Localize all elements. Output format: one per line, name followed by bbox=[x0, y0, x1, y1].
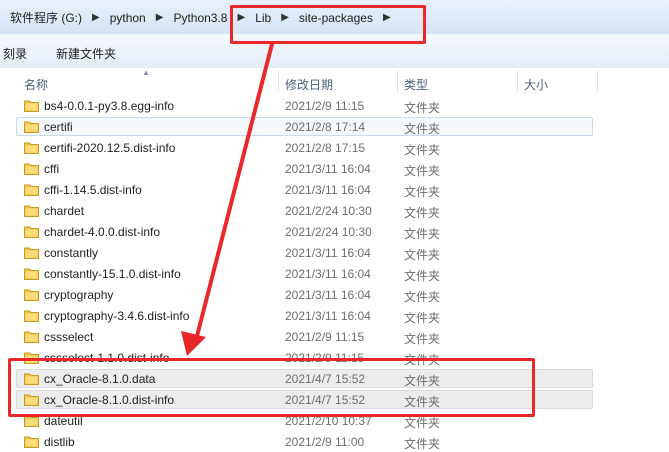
file-name: cryptography bbox=[44, 288, 114, 302]
annotation-box-path bbox=[230, 5, 426, 44]
file-name: distlib bbox=[44, 435, 75, 449]
file-name: bs4-0.0.1-py3.8.egg-info bbox=[44, 99, 175, 113]
folder-icon bbox=[24, 247, 39, 259]
burn-button[interactable]: 刻录 bbox=[3, 45, 27, 62]
list-item[interactable]: cryptography-3.4.6.dist-info 2021/3/11 16… bbox=[0, 305, 669, 326]
folder-icon bbox=[24, 226, 39, 238]
file-type: 文件夹 bbox=[404, 269, 441, 283]
list-item[interactable]: cffi 2021/3/11 16:04 文件夹 bbox=[0, 158, 669, 179]
list-item[interactable]: chardet-4.0.0.dist-info 2021/2/24 10:30 文件… bbox=[0, 221, 669, 242]
file-type: 文件夹 bbox=[404, 290, 441, 304]
column-name[interactable]: 名称 bbox=[24, 76, 48, 93]
file-type: 文件夹 bbox=[404, 122, 441, 136]
file-modified: 2021/3/11 16:04 bbox=[285, 246, 371, 260]
file-modified: 2021/2/9 11:15 bbox=[285, 330, 365, 344]
separator-arrow-icon[interactable]: ▶ bbox=[86, 12, 106, 23]
folder-icon bbox=[24, 268, 39, 280]
file-modified: 2021/2/9 11:15 bbox=[285, 99, 365, 113]
file-modified: 2021/2/8 17:15 bbox=[285, 141, 366, 155]
folder-icon bbox=[24, 310, 39, 322]
folder-icon bbox=[24, 289, 39, 301]
file-name: chardet bbox=[44, 204, 85, 218]
column-modified[interactable]: 修改日期 bbox=[285, 76, 333, 93]
column-divider[interactable] bbox=[397, 70, 398, 92]
file-name: constantly bbox=[44, 246, 99, 260]
list-item[interactable]: certifi-2020.12.5.dist-info 2021/2/8 17:1… bbox=[0, 137, 669, 158]
list-item[interactable]: distlib 2021/2/9 11:00 文件夹 bbox=[0, 431, 669, 452]
list-item[interactable]: cssselect 2021/2/9 11:15 文件夹 bbox=[0, 326, 669, 347]
file-modified: 2021/3/11 16:04 bbox=[285, 183, 371, 197]
file-type: 文件夹 bbox=[404, 206, 441, 220]
folder-icon bbox=[24, 100, 39, 112]
file-type: 文件夹 bbox=[404, 143, 441, 157]
list-item[interactable]: cffi-1.14.5.dist-info 2021/3/11 16:04 文件夹 bbox=[0, 179, 669, 200]
file-type: 文件夹 bbox=[404, 185, 441, 199]
file-modified: 2021/2/9 11:00 bbox=[285, 435, 365, 449]
file-modified: 2021/2/8 17:14 bbox=[285, 120, 366, 134]
file-name: cssselect bbox=[44, 330, 94, 344]
folder-icon bbox=[24, 142, 39, 154]
file-modified: 2021/3/11 16:04 bbox=[285, 288, 371, 302]
list-item[interactable]: constantly-15.1.0.dist-info 2021/3/11 16:… bbox=[0, 263, 669, 284]
breadcrumb-python38[interactable]: Python3.8 bbox=[169, 11, 231, 25]
new-folder-button[interactable]: 新建文件夹 bbox=[56, 45, 116, 62]
file-modified: 2021/3/11 16:04 bbox=[285, 267, 371, 281]
folder-icon bbox=[24, 331, 39, 343]
folder-icon bbox=[24, 121, 39, 133]
breadcrumb-drive[interactable]: 软件程序 (G:) bbox=[6, 9, 86, 26]
column-divider[interactable] bbox=[517, 70, 518, 92]
sort-ascending-icon: ▲ bbox=[142, 68, 150, 77]
annotation-box-cx-oracle bbox=[8, 358, 535, 417]
column-header-row: ▲ 名称 修改日期 类型 大小 bbox=[0, 68, 669, 94]
folder-icon bbox=[24, 184, 39, 196]
file-type: 文件夹 bbox=[404, 101, 441, 115]
file-name: certifi bbox=[44, 120, 73, 134]
file-name: certifi-2020.12.5.dist-info bbox=[44, 141, 176, 155]
list-item[interactable]: chardet 2021/2/24 10:30 文件夹 bbox=[0, 200, 669, 221]
file-name: cryptography-3.4.6.dist-info bbox=[44, 309, 190, 323]
column-type[interactable]: 类型 bbox=[404, 76, 428, 93]
file-modified: 2021/3/11 16:04 bbox=[285, 309, 371, 323]
file-type: 文件夹 bbox=[404, 437, 441, 451]
file-modified: 2021/3/11 16:04 bbox=[285, 162, 371, 176]
column-size[interactable]: 大小 bbox=[524, 76, 548, 93]
breadcrumb-python[interactable]: python bbox=[106, 11, 150, 25]
list-item[interactable]: certifi 2021/2/8 17:14 文件夹 bbox=[0, 116, 669, 137]
file-type: 文件夹 bbox=[404, 164, 441, 178]
file-name: constantly-15.1.0.dist-info bbox=[44, 267, 181, 281]
file-modified: 2021/2/24 10:30 bbox=[285, 225, 372, 239]
file-name: cffi bbox=[44, 162, 60, 176]
list-item[interactable]: constantly 2021/3/11 16:04 文件夹 bbox=[0, 242, 669, 263]
column-divider[interactable] bbox=[278, 70, 279, 92]
file-type: 文件夹 bbox=[404, 332, 441, 346]
file-type: 文件夹 bbox=[404, 227, 441, 241]
file-modified: 2021/2/24 10:30 bbox=[285, 204, 372, 218]
file-type: 文件夹 bbox=[404, 248, 441, 262]
file-name: cffi-1.14.5.dist-info bbox=[44, 183, 142, 197]
list-item[interactable]: bs4-0.0.1-py3.8.egg-info 2021/2/9 11:15 文件… bbox=[0, 95, 669, 116]
folder-icon bbox=[24, 205, 39, 217]
separator-arrow-icon[interactable]: ▶ bbox=[150, 12, 170, 23]
column-divider[interactable] bbox=[597, 70, 598, 92]
list-item[interactable]: cryptography 2021/3/11 16:04 文件夹 bbox=[0, 284, 669, 305]
file-type: 文件夹 bbox=[404, 311, 441, 325]
file-name: chardet-4.0.0.dist-info bbox=[44, 225, 161, 239]
folder-icon bbox=[24, 436, 39, 448]
folder-icon bbox=[24, 163, 39, 175]
